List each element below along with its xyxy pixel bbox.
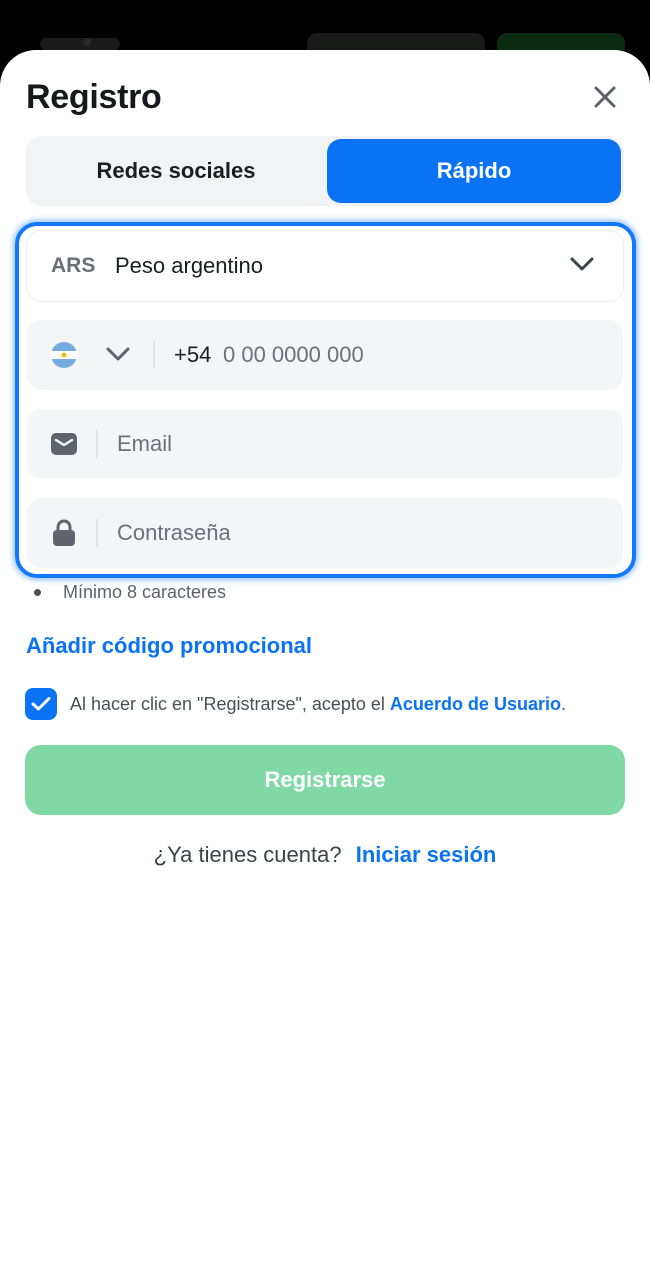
lock-icon [53, 519, 75, 546]
agreement-text-main: Al hacer clic en "Registrarse", acepto e… [70, 693, 390, 714]
password-hint-text: Mínimo 8 caracteres [63, 582, 227, 602]
chevron-down-icon [570, 257, 594, 271]
bullet-icon [34, 589, 41, 596]
close-button[interactable] [588, 80, 622, 114]
email-separator [96, 430, 98, 458]
password-field [27, 498, 623, 568]
add-promo-code-link[interactable]: Añadir código promocional [26, 633, 312, 659]
registration-tabs: Redes sociales Rápido [26, 136, 624, 206]
agreement-row: Al hacer clic en "Registrarse", acepto e… [25, 688, 566, 720]
login-link[interactable]: Iniciar sesión [356, 842, 497, 867]
phone-field: +54 [27, 320, 623, 390]
login-row: ¿Ya tienes cuenta? Iniciar sesión [0, 842, 650, 868]
phone-prefix: +54 [174, 342, 212, 367]
phone-input[interactable] [223, 320, 603, 390]
background-logo [40, 38, 120, 50]
email-input[interactable] [117, 409, 597, 479]
register-button[interactable]: Registrarse [25, 745, 625, 815]
password-input[interactable] [117, 498, 597, 568]
envelope-icon [51, 433, 77, 455]
close-icon [594, 86, 616, 108]
agreement-checkbox[interactable] [25, 688, 57, 720]
currency-select[interactable]: ARS Peso argentino [27, 231, 623, 301]
login-prompt: ¿Ya tienes cuenta? [153, 842, 342, 867]
registration-sheet: Registro Redes sociales Rápido ARS Peso … [0, 50, 650, 1280]
background-logo-dot [83, 38, 91, 46]
password-hint: Mínimo 8 caracteres [34, 582, 226, 603]
agreement-suffix: . [560, 693, 566, 714]
country-chevron-down-icon[interactable] [105, 345, 131, 363]
tab-quick[interactable]: Rápido [327, 139, 621, 203]
user-agreement-link[interactable]: Acuerdo de Usuario [390, 694, 561, 714]
argentina-flag-icon [51, 342, 77, 368]
sheet-title: Registro [26, 78, 162, 116]
password-separator [96, 519, 98, 547]
checkmark-icon [31, 697, 51, 711]
email-field [27, 409, 623, 479]
tab-social-networks[interactable]: Redes sociales [29, 139, 323, 203]
phone-separator [153, 341, 155, 369]
agreement-text: Al hacer clic en "Registrarse", acepto e… [70, 694, 566, 715]
currency-name: Peso argentino [115, 253, 263, 278]
currency-code: ARS [51, 254, 96, 277]
